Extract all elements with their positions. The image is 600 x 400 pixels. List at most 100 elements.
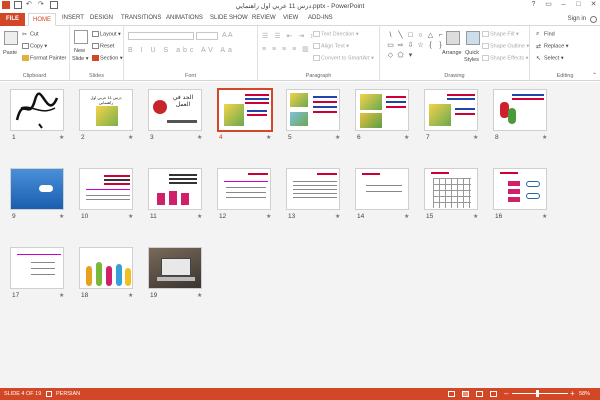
slide-thumbnail[interactable] — [355, 168, 409, 210]
normal-view-icon[interactable] — [448, 391, 455, 397]
find-button[interactable]: ⌕ Find — [536, 31, 555, 37]
font-name-box[interactable] — [128, 32, 194, 40]
slide-thumbnail[interactable] — [79, 168, 133, 210]
slide-number: 8 — [495, 134, 499, 141]
bar-image-3 — [181, 193, 189, 205]
star-shape-icon[interactable]: ☆ — [416, 41, 425, 50]
slide-thumbnail[interactable] — [10, 89, 64, 131]
arrange-button[interactable]: Arrange — [442, 50, 462, 56]
darrow-shape-icon[interactable]: ⇩ — [406, 41, 415, 50]
shape-fill-button[interactable]: Shape Fill ▾ — [482, 31, 519, 37]
language-indicator[interactable]: PERSIAN — [56, 391, 80, 397]
slide-thumbnail[interactable] — [10, 168, 64, 210]
slide-thumbnail[interactable] — [286, 89, 340, 131]
zoom-out-icon[interactable]: – — [504, 389, 508, 398]
more-shapes-icon[interactable]: ▾ — [406, 51, 415, 60]
minimize-icon[interactable]: – — [559, 1, 568, 9]
tab-design[interactable]: DESIGN — [90, 15, 113, 21]
brace-shape-icon[interactable]: { — [426, 41, 435, 50]
line-shape-icon[interactable]: \ — [386, 31, 395, 40]
arrange-icon[interactable] — [446, 31, 460, 45]
paste-icon[interactable] — [4, 31, 18, 45]
smartart-icon — [313, 55, 320, 61]
slideshow-view-icon[interactable] — [490, 391, 497, 397]
cut-button[interactable]: ✂ Cut — [22, 31, 39, 38]
tab-add-ins[interactable]: ADD-INS — [308, 15, 333, 21]
slide-thumbnail[interactable]: ﺍﻟﺠﺪ ﻓﻲ ﺍﻟﻌﻤﻞ — [148, 89, 202, 131]
cloud-shape-icon[interactable]: ◇ — [386, 51, 395, 60]
slide-thumbnail[interactable] — [424, 168, 478, 210]
user-icon[interactable] — [590, 16, 597, 23]
maximize-icon[interactable]: □ — [574, 1, 583, 9]
slide-thumbnail[interactable] — [10, 247, 64, 289]
transition-star-icon: ★ — [197, 293, 203, 299]
zoom-in-icon[interactable]: + — [570, 389, 575, 398]
quick-styles-button-line2[interactable]: Styles — [464, 57, 479, 63]
collapse-ribbon-icon[interactable]: ⌃ — [592, 72, 597, 79]
slide-thumbnail[interactable] — [148, 247, 202, 289]
shapes-gallery[interactable]: \ ╲ □ ○ △ ⌐ ▭ ⇨ ⇩ ☆{} ◇ ⬠ ▾ — [386, 31, 442, 61]
new-slide-button[interactable]: New — [74, 48, 85, 54]
ribbon-display-icon[interactable]: ▭ — [544, 1, 553, 9]
copy-button[interactable]: Copy ▾ — [22, 43, 47, 49]
new-slide-icon[interactable] — [74, 30, 88, 44]
shape-outline-button[interactable]: Shape Outline ▾ — [482, 43, 529, 49]
close-icon[interactable]: ✕ — [589, 1, 598, 9]
slide-thumbnail-selected[interactable] — [217, 88, 273, 132]
slide-thumbnail[interactable]: ﺩﺭﺱ 11 ﻋﺮﺑﻲ ﺍﻭﻝ ﺭﺍﻫﻨﻤﺎﻳﻲ — [79, 89, 133, 131]
slide-image — [429, 104, 451, 126]
zoom-slider[interactable] — [512, 393, 568, 394]
reset-button[interactable]: Reset — [92, 43, 114, 49]
pent-shape-icon[interactable]: ⬠ — [396, 51, 405, 60]
align-text-button[interactable]: Align Text ▾ — [313, 43, 349, 49]
tab-insert[interactable]: INSERT — [62, 15, 84, 21]
font-grow-icon[interactable]: A A — [222, 32, 233, 39]
tab-file[interactable]: FILE — [0, 13, 25, 26]
tab-review[interactable]: REVIEW — [252, 15, 276, 21]
replace-button[interactable]: ⇄ Replace ▾ — [536, 43, 568, 50]
arrow-shape-icon[interactable]: ⌐ — [436, 31, 445, 40]
slide-rule — [86, 189, 130, 190]
tab-transitions[interactable]: TRANSITIONS — [121, 15, 161, 21]
sign-in-link[interactable]: Sign in — [568, 16, 586, 22]
slide-thumbnail[interactable] — [493, 168, 547, 210]
shape-effects-button[interactable]: Shape Effects ▾ — [482, 55, 528, 61]
zoom-slider-thumb[interactable] — [536, 390, 539, 397]
slide-thumbnail[interactable] — [493, 89, 547, 131]
oval-shape-icon[interactable]: ○ — [416, 31, 425, 40]
new-slide-button-line2[interactable]: Slide ▾ — [72, 56, 89, 62]
select-button[interactable]: ↖ Select ▾ — [536, 55, 564, 62]
slide-thumbnail[interactable] — [355, 89, 409, 131]
rarrow-shape-icon[interactable]: ⇨ — [396, 41, 405, 50]
help-icon[interactable]: ? — [529, 1, 538, 9]
slide-thumbnail[interactable] — [148, 168, 202, 210]
zoom-level[interactable]: 58% — [579, 391, 590, 397]
tab-animations[interactable]: ANIMATIONS — [166, 15, 203, 21]
layout-button[interactable]: Layout ▾ — [92, 31, 121, 37]
slide-thumbnail[interactable] — [424, 89, 478, 131]
paste-button[interactable]: Paste — [3, 50, 17, 56]
tab-home[interactable]: HOME — [28, 13, 56, 26]
reading-view-icon[interactable] — [476, 391, 483, 397]
align-icons[interactable]: ≡ ≡ ≡ ≡ ▥ — [262, 45, 311, 53]
text-direction-button[interactable]: Text Direction ▾ — [313, 31, 359, 37]
brace2-shape-icon[interactable]: } — [436, 41, 445, 50]
rect-shape-icon[interactable]: □ — [406, 31, 415, 40]
list-icons[interactable]: ☰ ☰ ⇤ ⇥ ↕ — [262, 32, 316, 40]
font-format-icons[interactable]: B I U S abc AV Aa — [128, 47, 235, 54]
section-button[interactable]: Section ▾ — [92, 55, 123, 61]
format-painter-button[interactable]: Format Painter — [22, 55, 66, 61]
quick-styles-icon[interactable] — [466, 31, 480, 45]
slide-thumbnail[interactable] — [79, 247, 133, 289]
slide-sorter-view-icon[interactable] — [462, 391, 469, 397]
quick-styles-button[interactable]: Quick — [465, 50, 479, 56]
slide-thumbnail[interactable] — [217, 168, 271, 210]
convert-smartart-button[interactable]: Convert to SmartArt ▾ — [313, 55, 374, 61]
roundrect-shape-icon[interactable]: ▭ — [386, 41, 395, 50]
tab-slide-show[interactable]: SLIDE SHOW — [210, 15, 248, 21]
font-size-box[interactable] — [196, 32, 218, 40]
line2-shape-icon[interactable]: ╲ — [396, 31, 405, 40]
slide-thumbnail[interactable] — [286, 168, 340, 210]
tab-view[interactable]: VIEW — [283, 15, 298, 21]
triangle-shape-icon[interactable]: △ — [426, 31, 435, 40]
